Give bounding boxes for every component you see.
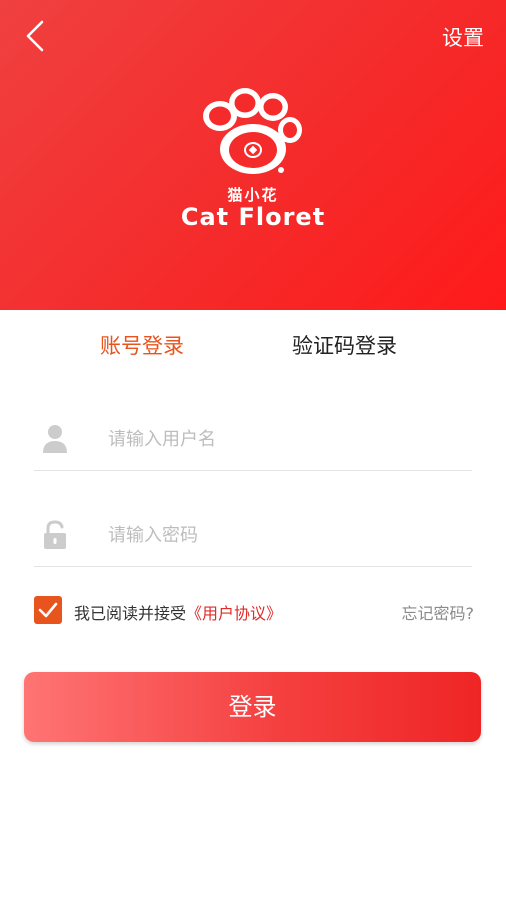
back-button[interactable]: [18, 16, 58, 56]
lock-icon: [44, 520, 66, 549]
forgot-password-link[interactable]: 忘记密码?: [402, 600, 475, 624]
agreement-row: 我已阅读并接受《用户协议》 忘记密码?: [34, 594, 474, 626]
tab-code-login[interactable]: 验证码登录: [292, 330, 397, 360]
user-icon: [43, 425, 67, 453]
brand-name-en: Cat Floret: [180, 203, 326, 231]
password-field: [34, 502, 472, 567]
username-field: [34, 406, 472, 471]
agreement-text: 我已阅读并接受《用户协议》: [74, 600, 282, 624]
header: 设置 猫小花 Cat Floret: [0, 0, 506, 310]
back-arrow-icon: [26, 20, 44, 52]
login-button[interactable]: 登录: [24, 672, 481, 742]
settings-button[interactable]: 设置: [442, 22, 484, 52]
user-agreement-link[interactable]: 《用户协议》: [186, 604, 282, 623]
paw-logo-icon: [203, 88, 302, 174]
username-input[interactable]: [108, 422, 448, 456]
tab-account-login[interactable]: 账号登录: [100, 330, 184, 360]
brand-name-cn: 猫小花: [227, 186, 279, 204]
password-input[interactable]: [108, 518, 448, 552]
agree-checkbox[interactable]: [34, 596, 62, 624]
checkmark-icon: [38, 602, 58, 618]
agreement-label: 我已阅读并接受: [74, 604, 187, 623]
